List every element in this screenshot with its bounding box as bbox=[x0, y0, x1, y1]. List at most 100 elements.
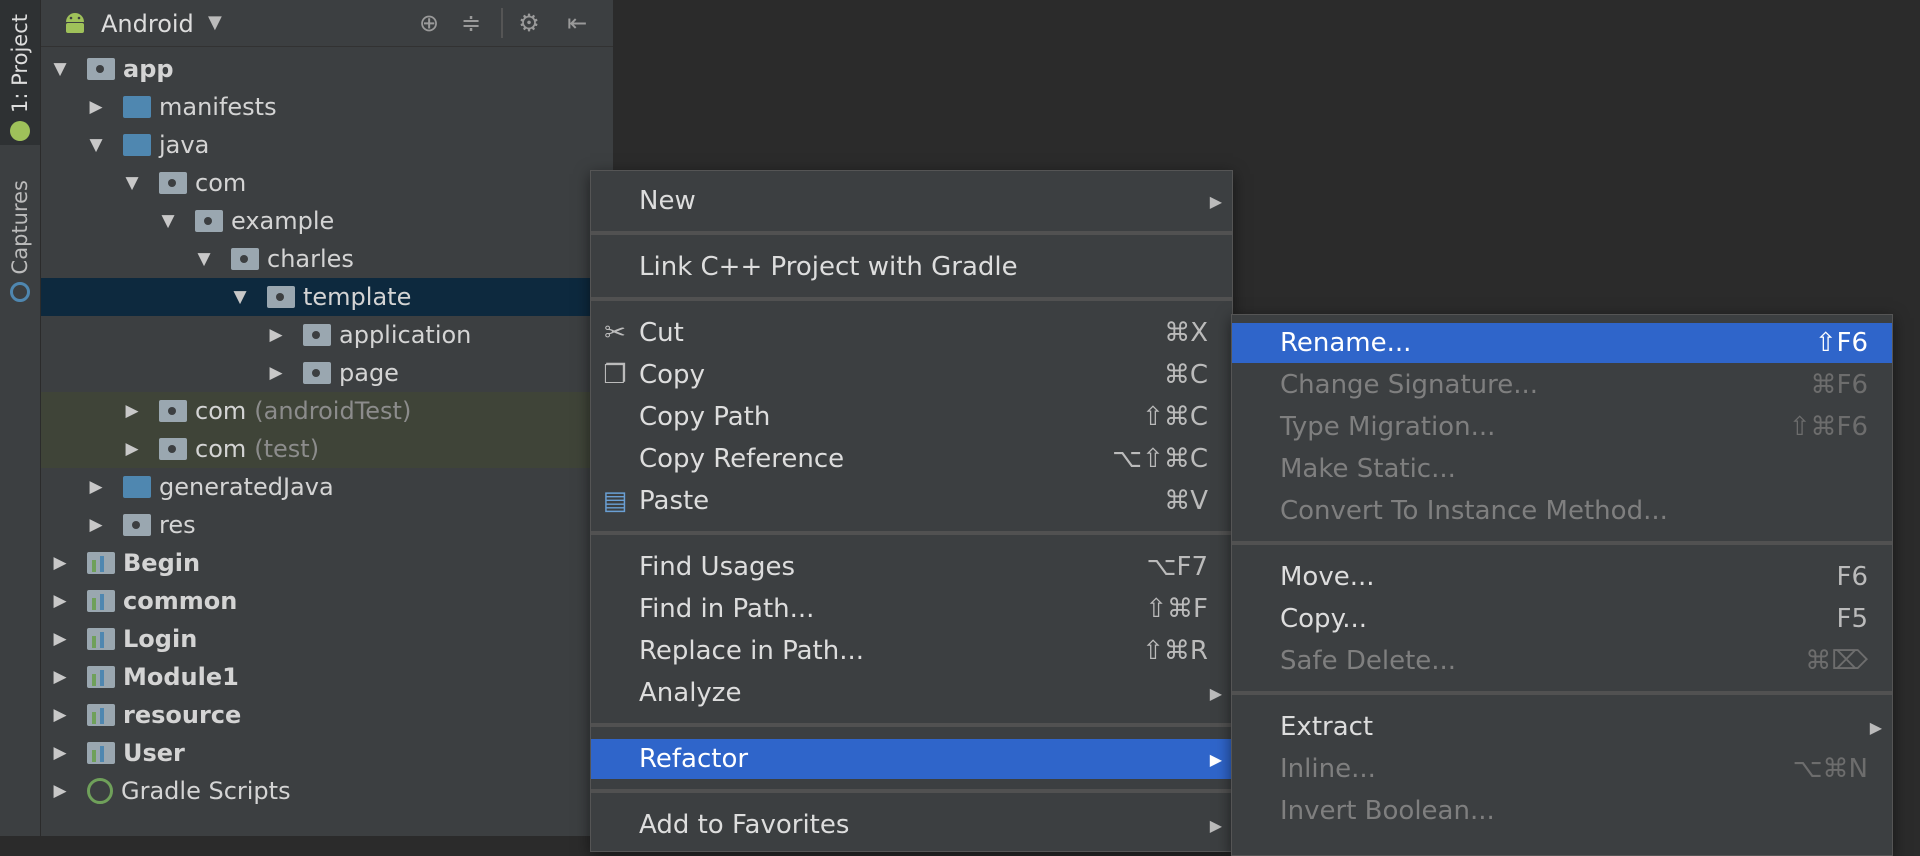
collapse-arrow-icon[interactable]: ▶ bbox=[87, 515, 105, 535]
menu-separator bbox=[591, 231, 1232, 235]
menu-item-analyze[interactable]: Analyze ▶ bbox=[591, 673, 1232, 713]
refactor-item-safe-delete[interactable]: Safe Delete... ⌘⌦ bbox=[1232, 641, 1892, 681]
refactor-item-invert-boolean[interactable]: Invert Boolean... bbox=[1232, 791, 1892, 831]
tree-item[interactable]: ▶ Module1 bbox=[41, 658, 613, 696]
tree-item[interactable]: ▶ resource bbox=[41, 696, 613, 734]
module-icon bbox=[87, 590, 115, 612]
submenu-arrow-icon: ▶ bbox=[1209, 191, 1222, 211]
menu-item-shortcut: ⇧⌘C bbox=[1142, 402, 1208, 432]
submenu-arrow-icon: ▶ bbox=[1209, 815, 1222, 835]
tree-item[interactable]: ▶ application bbox=[41, 316, 613, 354]
tree-item[interactable]: ▶ com (androidTest) bbox=[41, 392, 613, 430]
tree-item[interactable]: ▶ generatedJava bbox=[41, 468, 613, 506]
collapse-arrow-icon[interactable]: ▶ bbox=[123, 401, 141, 421]
collapse-icon[interactable]: ≑ bbox=[457, 9, 485, 37]
tree-item[interactable]: ▼ com bbox=[41, 164, 613, 202]
collapse-arrow-icon[interactable]: ▶ bbox=[87, 477, 105, 497]
collapse-arrow-icon[interactable]: ▶ bbox=[51, 781, 69, 801]
expand-arrow-icon[interactable]: ▼ bbox=[51, 59, 69, 79]
collapse-arrow-icon[interactable]: ▶ bbox=[51, 553, 69, 573]
refactor-item-rename[interactable]: Rename... ⇧F6 bbox=[1232, 323, 1892, 363]
menu-item-paste[interactable]: ▤ Paste ⌘V bbox=[591, 481, 1232, 521]
tree-item-label: generatedJava bbox=[159, 473, 334, 501]
tab-project-label: 1: Project bbox=[8, 14, 32, 113]
refactor-item-inline[interactable]: Inline... ⌥⌘N bbox=[1232, 749, 1892, 789]
tool-window-strip: 1: Project Captures bbox=[0, 0, 41, 836]
module-icon bbox=[87, 666, 115, 688]
collapse-arrow-icon[interactable]: ▶ bbox=[87, 97, 105, 117]
menu-item-find-usages[interactable]: Find Usages ⌥F7 bbox=[591, 547, 1232, 587]
expand-arrow-icon[interactable]: ▼ bbox=[123, 173, 141, 193]
menu-item-add-to-favorites[interactable]: Add to Favorites ▶ bbox=[591, 805, 1232, 845]
refactor-item-move[interactable]: Move... F6 bbox=[1232, 557, 1892, 597]
tree-item[interactable]: ▶ Gradle Scripts bbox=[41, 772, 613, 810]
collapse-arrow-icon[interactable]: ▶ bbox=[51, 705, 69, 725]
expand-arrow-icon[interactable]: ▼ bbox=[87, 135, 105, 155]
tree-item[interactable]: ▼ java bbox=[41, 126, 613, 164]
hide-icon[interactable]: ⇤ bbox=[563, 9, 591, 37]
tree-item[interactable]: ▼ template bbox=[41, 278, 613, 316]
expand-arrow-icon[interactable]: ▼ bbox=[159, 211, 177, 231]
collapse-arrow-icon[interactable]: ▶ bbox=[51, 591, 69, 611]
collapse-arrow-icon[interactable]: ▶ bbox=[51, 667, 69, 687]
submenu-arrow-icon: ▶ bbox=[1869, 717, 1882, 737]
tree-item[interactable]: ▶ common bbox=[41, 582, 613, 620]
tab-captures-label: Captures bbox=[8, 180, 32, 275]
expand-arrow-icon[interactable]: ▼ bbox=[195, 249, 213, 269]
collapse-arrow-icon[interactable]: ▶ bbox=[123, 439, 141, 459]
menu-item-label: Paste bbox=[639, 486, 710, 516]
chevron-down-icon[interactable]: ▼ bbox=[208, 12, 222, 33]
refactor-item-copy[interactable]: Copy... F5 bbox=[1232, 599, 1892, 639]
module-icon bbox=[87, 742, 115, 764]
collapse-arrow-icon[interactable]: ▶ bbox=[267, 325, 285, 345]
refactor-item-convert-instance[interactable]: Convert To Instance Method... bbox=[1232, 491, 1892, 531]
menu-item-copy[interactable]: ❐ Copy ⌘C bbox=[591, 355, 1232, 395]
menu-item-replace-in-path[interactable]: Replace in Path... ⇧⌘R bbox=[591, 631, 1232, 671]
menu-item-find-in-path[interactable]: Find in Path... ⇧⌘F bbox=[591, 589, 1232, 629]
tab-captures[interactable]: Captures bbox=[0, 180, 40, 320]
tree-item[interactable]: ▶ page bbox=[41, 354, 613, 392]
gear-icon[interactable]: ⚙ bbox=[515, 9, 543, 37]
menu-item-copy-reference[interactable]: Copy Reference ⌥⇧⌘C bbox=[591, 439, 1232, 479]
menu-item-label: Safe Delete... bbox=[1280, 646, 1457, 676]
menu-item-link-cpp[interactable]: Link C++ Project with Gradle bbox=[591, 247, 1232, 287]
package-icon bbox=[267, 286, 295, 308]
tree-item[interactable]: ▶ Login bbox=[41, 620, 613, 658]
menu-item-shortcut: ⌥F7 bbox=[1146, 552, 1208, 582]
expand-arrow-icon[interactable]: ▼ bbox=[231, 287, 249, 307]
collapse-arrow-icon[interactable]: ▶ bbox=[267, 363, 285, 383]
package-icon bbox=[159, 172, 187, 194]
tree-item[interactable]: ▼ example bbox=[41, 202, 613, 240]
menu-item-copy-path[interactable]: Copy Path ⇧⌘C bbox=[591, 397, 1232, 437]
module-icon bbox=[87, 552, 115, 574]
refactor-item-change-signature[interactable]: Change Signature... ⌘F6 bbox=[1232, 365, 1892, 405]
tree-item-label: Module1 bbox=[123, 663, 239, 691]
folder-icon bbox=[123, 96, 151, 118]
menu-item-refactor[interactable]: Refactor ▶ bbox=[591, 739, 1232, 779]
tree-item[interactable]: ▶ res bbox=[41, 506, 613, 544]
tree-item-label: example bbox=[231, 207, 335, 235]
refactor-item-type-migration[interactable]: Type Migration... ⇧⌘F6 bbox=[1232, 407, 1892, 447]
tab-project[interactable]: 1: Project bbox=[0, 0, 40, 145]
collapse-arrow-icon[interactable]: ▶ bbox=[51, 629, 69, 649]
menu-item-label: New bbox=[639, 186, 696, 216]
tree-item[interactable]: ▶ com (test) bbox=[41, 430, 613, 468]
menu-item-new[interactable]: New ▶ bbox=[591, 181, 1232, 221]
menu-separator bbox=[591, 789, 1232, 793]
tree-item[interactable]: ▼ app bbox=[41, 50, 613, 88]
tree-item-label: application bbox=[339, 321, 472, 349]
collapse-arrow-icon[interactable]: ▶ bbox=[51, 743, 69, 763]
package-icon bbox=[303, 324, 331, 346]
package-icon bbox=[159, 400, 187, 422]
refactor-item-extract[interactable]: Extract ▶ bbox=[1232, 707, 1892, 747]
refactor-item-make-static[interactable]: Make Static... bbox=[1232, 449, 1892, 489]
tree-item[interactable]: ▶ manifests bbox=[41, 88, 613, 126]
menu-item-label: Replace in Path... bbox=[639, 636, 864, 666]
menu-item-cut[interactable]: ✂ Cut ⌘X bbox=[591, 313, 1232, 353]
view-selector[interactable]: Android bbox=[101, 10, 194, 38]
target-icon[interactable]: ⊕ bbox=[415, 9, 443, 37]
tree-item[interactable]: ▶ Begin bbox=[41, 544, 613, 582]
tree-item[interactable]: ▼ charles bbox=[41, 240, 613, 278]
tree-item-label: com bbox=[195, 397, 247, 425]
tree-item[interactable]: ▶ User bbox=[41, 734, 613, 772]
